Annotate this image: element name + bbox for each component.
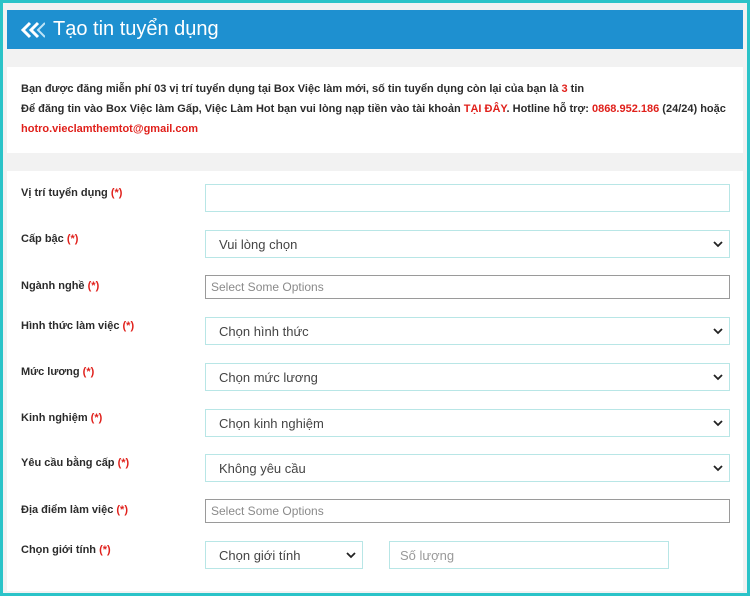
page-title: Tạo tin tuyển dụng (53, 18, 219, 40)
experience-select[interactable]: Chọn kinh nghiệm (205, 409, 730, 437)
chevron-down-icon (713, 420, 723, 427)
level-select[interactable]: Vui lòng chọn (205, 230, 730, 258)
salary-select[interactable]: Chọn mức lương (205, 363, 730, 391)
info-line-1: Bạn được đăng miễn phí 03 vị trí tuyển d… (21, 83, 585, 95)
info-line-2: Để đăng tin vào Box Việc làm Gấp, Việc L… (21, 103, 726, 115)
page-header: Tạo tin tuyển dụng (7, 10, 743, 49)
location-label: Địa điểm làm việc (*) (21, 504, 128, 516)
industry-multiselect[interactable]: Select Some Options (205, 275, 730, 299)
salary-label: Mức lương (*) (21, 366, 95, 378)
chevron-down-icon (713, 374, 723, 381)
chevron-down-icon (713, 465, 723, 472)
gender-select[interactable]: Chọn giới tính (205, 541, 363, 569)
chevron-down-icon (713, 241, 723, 248)
support-email[interactable]: hotro.vieclamthemtot@gmail.com (21, 123, 198, 135)
gender-label: Chọn giới tính (*) (21, 544, 111, 556)
double-chevron-left-icon[interactable] (19, 20, 45, 40)
degree-label: Yêu cầu bằng cấp (*) (21, 457, 130, 469)
position-input[interactable] (205, 184, 730, 212)
quantity-input[interactable]: Số lượng (389, 541, 669, 569)
chevron-down-icon (346, 552, 356, 559)
chevron-down-icon (713, 328, 723, 335)
job-form: Vị trí tuyển dụng (*) Cấp bậc (*) Vui lò… (7, 171, 743, 591)
hotline: 0868.952.186 (591, 103, 660, 115)
work-type-label: Hình thức làm việc (*) (21, 320, 135, 332)
industry-label: Ngành nghề (*) (21, 280, 100, 292)
experience-label: Kinh nghiệm (*) (21, 412, 103, 424)
level-label: Cấp bậc (*) (21, 233, 79, 245)
info-box: Bạn được đăng miễn phí 03 vị trí tuyển d… (7, 67, 743, 153)
topup-link[interactable]: TẠI ĐÂY (464, 103, 507, 115)
position-label: Vị trí tuyển dụng (*) (21, 187, 123, 199)
info-line-3: hotro.vieclamthemtot@gmail.com (21, 119, 729, 139)
degree-select[interactable]: Không yêu cầu (205, 454, 730, 482)
location-multiselect[interactable]: Select Some Options (205, 499, 730, 523)
page-frame: Tạo tin tuyển dụng Bạn được đăng miễn ph… (0, 0, 750, 596)
work-type-select[interactable]: Chọn hình thức (205, 317, 730, 345)
